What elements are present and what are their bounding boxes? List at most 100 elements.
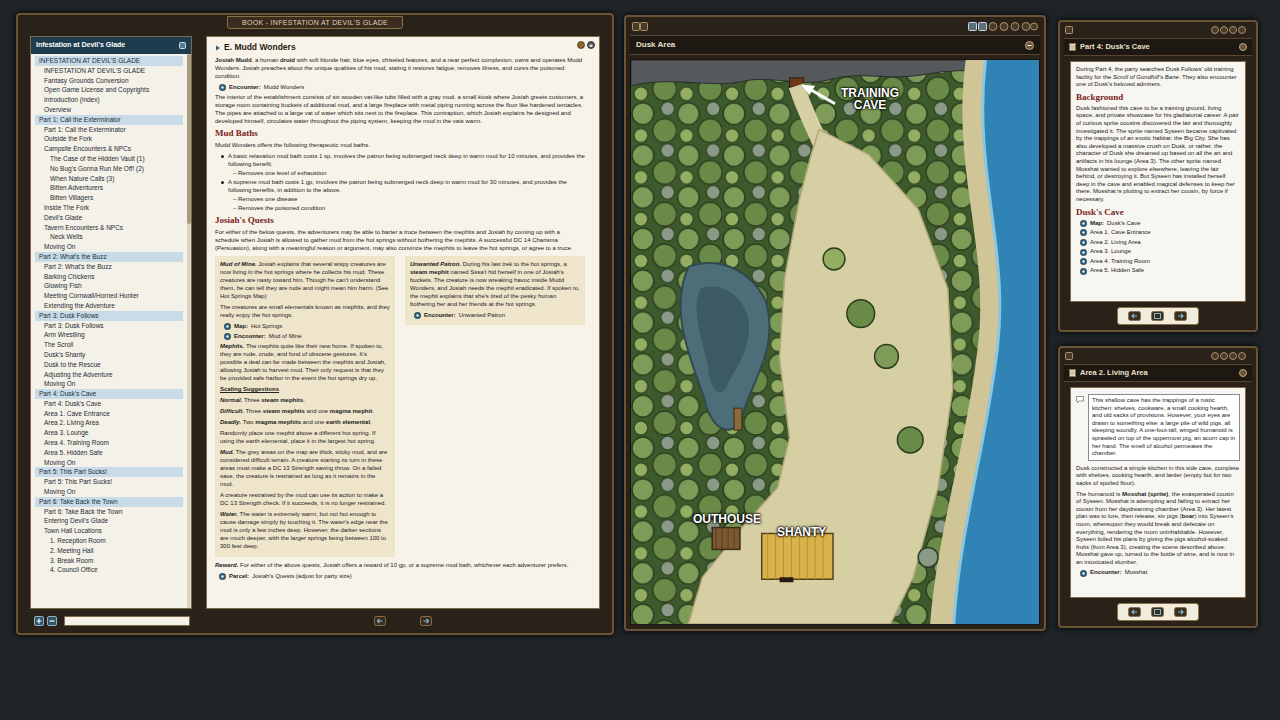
story-lock-icon[interactable] bbox=[1239, 43, 1247, 51]
toc-item[interactable]: Moving On bbox=[35, 242, 183, 252]
toc-item[interactable]: 1. Reception Room bbox=[35, 536, 183, 546]
toc-item[interactable]: Meeting Cornwall/Horned Hunter bbox=[35, 291, 183, 301]
toc-item[interactable]: Inside The Fork bbox=[35, 203, 183, 213]
toc-item[interactable]: Open Game License and Copyrights bbox=[35, 85, 183, 95]
toc-item[interactable]: Moving On bbox=[35, 379, 183, 389]
record-link[interactable]: Map:Hot Springs bbox=[220, 322, 390, 330]
record-link[interactable]: Area 5. Hidden Safe bbox=[1076, 267, 1240, 275]
link-icon[interactable] bbox=[1080, 258, 1087, 265]
toc-item[interactable]: Part 2: What's the Buzz bbox=[35, 262, 183, 272]
record-link[interactable]: Area 2. Living Area bbox=[1076, 239, 1240, 247]
toc-item[interactable]: Neck Welts bbox=[35, 232, 183, 242]
previous-page-icon[interactable] bbox=[374, 616, 386, 626]
toc-item[interactable]: 4. Council Office bbox=[35, 565, 183, 575]
toc-item[interactable]: The Scroll bbox=[35, 340, 183, 350]
toc-item[interactable]: Part 4: Dusk's Cave bbox=[35, 389, 183, 399]
toc-item[interactable]: Moving On bbox=[35, 487, 183, 497]
toc-item[interactable]: Outside the Fork bbox=[35, 134, 183, 144]
next-page-icon[interactable] bbox=[420, 616, 432, 626]
link-icon[interactable] bbox=[1080, 239, 1087, 246]
story-nav-icon[interactable] bbox=[1128, 311, 1188, 321]
toc-item[interactable]: Area 2. Living Area bbox=[35, 418, 183, 428]
toc-item[interactable]: Tavern Encounters & NPCs bbox=[35, 223, 183, 233]
link-icon[interactable] bbox=[219, 573, 226, 580]
toc-lock-icon[interactable] bbox=[179, 42, 186, 49]
toc-item[interactable]: 2. Meeting Hall bbox=[35, 546, 183, 556]
link-icon[interactable] bbox=[1080, 268, 1087, 275]
add-icon[interactable] bbox=[34, 616, 44, 626]
toc-item[interactable]: Part 1: Call the Exterminator bbox=[35, 115, 183, 125]
story-icon[interactable] bbox=[1069, 369, 1076, 377]
toc-item[interactable]: No Bug's Gonna Run Me Off! (2) bbox=[35, 164, 183, 174]
link-icon[interactable] bbox=[224, 323, 231, 330]
story-icon[interactable] bbox=[1069, 43, 1076, 51]
record-link[interactable]: Area 1. Cave Entrance bbox=[1076, 229, 1240, 237]
link-icon[interactable] bbox=[1080, 229, 1087, 236]
record-link[interactable]: Encounter:Mud of Mine bbox=[220, 332, 390, 340]
toc-item[interactable]: Area 4. Training Room bbox=[35, 438, 183, 448]
toc-item[interactable]: Part 6: Take Back the Town bbox=[35, 497, 183, 507]
record-link[interactable]: Parcel:Josiah's Quests (adjust for party… bbox=[215, 572, 585, 580]
story-window[interactable]: Part 4: Dusk's CaveDuring Part 4, the pa… bbox=[1058, 20, 1258, 332]
toc-item[interactable]: The Case of the Hidden Vault (1) bbox=[35, 154, 183, 164]
toc-scrollbar[interactable] bbox=[187, 54, 191, 608]
record-link[interactable]: Encounter:Mudd Wonders bbox=[215, 83, 585, 91]
story-menu-icon[interactable] bbox=[1065, 352, 1073, 360]
toc-item[interactable]: Entering Devil's Glade bbox=[35, 516, 183, 526]
record-link[interactable]: Map:Dusk's Cave bbox=[1076, 220, 1240, 228]
share-icon[interactable] bbox=[577, 41, 585, 49]
toc-item[interactable]: Bitten Adventurers bbox=[35, 183, 183, 193]
toc-item[interactable]: Part 6: Take Back the Town bbox=[35, 507, 183, 517]
record-link[interactable]: Area 4. Training Room bbox=[1076, 258, 1240, 266]
toc-item[interactable]: Part 4: Dusk's Cave bbox=[35, 399, 183, 409]
window-controls-icon[interactable] bbox=[1211, 26, 1251, 34]
link-icon[interactable] bbox=[224, 333, 231, 340]
link-icon[interactable] bbox=[219, 84, 226, 91]
map-image[interactable]: TRAINING CAVEOUTHOUSESHANTY bbox=[630, 59, 1040, 625]
record-link[interactable]: Encounter:Mosshat bbox=[1076, 569, 1240, 577]
toc-item[interactable]: Part 2: What's the Buzz bbox=[35, 252, 183, 262]
toc-item[interactable]: Barking Chickens bbox=[35, 272, 183, 282]
toc-item[interactable]: Part 3: Dusk Follows bbox=[35, 321, 183, 331]
search-field[interactable] bbox=[64, 616, 190, 626]
story-window[interactable]: Area 2. Living AreaThis shallow cave has… bbox=[1058, 346, 1258, 628]
toc-item[interactable]: Part 5: This Part Sucks! bbox=[35, 467, 183, 477]
toc-item[interactable]: Glowing Fish bbox=[35, 281, 183, 291]
map-menu-icon[interactable] bbox=[632, 22, 648, 31]
toc-item[interactable]: 3. Break Room bbox=[35, 556, 183, 566]
toc-item[interactable]: When Nature Calls (3) bbox=[35, 174, 183, 184]
book-window[interactable]: BOOK - INFESTATION AT DEVIL'S GLADE Infe… bbox=[16, 13, 614, 635]
window-controls-icon[interactable] bbox=[1211, 352, 1251, 360]
story-nav-icon[interactable] bbox=[1128, 607, 1188, 617]
toc-item[interactable]: Adjusting the Adventure bbox=[35, 370, 183, 380]
lock-icon[interactable] bbox=[587, 41, 595, 49]
toc-item[interactable]: INFESTATION AT DEVIL'S GLADE bbox=[35, 56, 183, 66]
map-window[interactable]: Dusk Area bbox=[624, 15, 1046, 631]
toc-item[interactable]: Dusk's Shanty bbox=[35, 350, 183, 360]
toc-item[interactable]: Overview bbox=[35, 105, 183, 115]
toc-item[interactable]: Area 5. Hidden Safe bbox=[35, 448, 183, 458]
record-link[interactable]: Area 3. Lounge bbox=[1076, 248, 1240, 256]
link-icon[interactable] bbox=[1080, 220, 1087, 227]
story-lock-icon[interactable] bbox=[1239, 369, 1247, 377]
toc-item[interactable]: Part 3: Dusk Follows bbox=[35, 311, 183, 321]
link-icon[interactable] bbox=[1080, 249, 1087, 256]
toc-item[interactable]: INFESTATION AT DEVIL'S GLADE bbox=[35, 66, 183, 76]
toc-item[interactable]: Dusk to the Rescue bbox=[35, 360, 183, 370]
link-icon[interactable] bbox=[414, 312, 421, 319]
record-link[interactable]: Encounter:Unwanted Patron bbox=[410, 311, 580, 319]
map-collapse-icon[interactable] bbox=[1025, 41, 1034, 50]
toc-item[interactable]: Arm Wrestling bbox=[35, 330, 183, 340]
toc-item[interactable]: Town Hall Locations bbox=[35, 526, 183, 536]
link-icon[interactable] bbox=[1080, 570, 1087, 577]
toc-item[interactable]: Introduction (index) bbox=[35, 95, 183, 105]
toc-item[interactable]: Area 1. Cave Entrance bbox=[35, 409, 183, 419]
toc-item[interactable]: Campsite Encounters & NPCs bbox=[35, 144, 183, 154]
toc-item[interactable]: Moving On bbox=[35, 458, 183, 468]
toc-item[interactable]: Extending the Adventure bbox=[35, 301, 183, 311]
remove-icon[interactable] bbox=[47, 616, 57, 626]
toc-item[interactable]: Fantasy Grounds Conversion bbox=[35, 76, 183, 86]
story-menu-icon[interactable] bbox=[1065, 26, 1073, 34]
toc-item[interactable]: Part 5: This Part Sucks! bbox=[35, 477, 183, 487]
toc-list[interactable]: INFESTATION AT DEVIL'S GLADEINFESTATION … bbox=[31, 54, 187, 608]
